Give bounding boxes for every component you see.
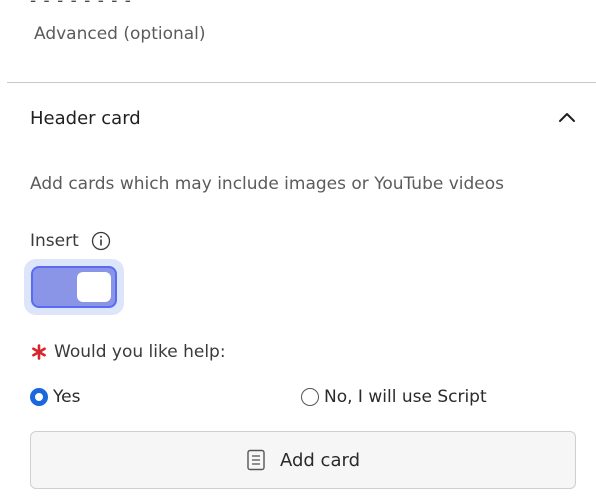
divider bbox=[7, 82, 596, 83]
clipped-text: - - - - - - - - bbox=[30, 0, 132, 11]
section-title: Header card bbox=[30, 108, 141, 129]
section-description: Add cards which may include images or Yo… bbox=[30, 174, 505, 194]
document-icon bbox=[247, 449, 265, 471]
header-card-section-toggle[interactable]: Header card bbox=[0, 94, 596, 144]
add-card-label: Add card bbox=[279, 449, 360, 471]
radio-no-use-script[interactable]: No, I will use Script bbox=[301, 387, 487, 407]
help-question: Would you like help: bbox=[30, 342, 226, 362]
insert-row: Insert bbox=[30, 229, 111, 253]
radio-unselected-icon[interactable] bbox=[301, 388, 319, 406]
add-card-button[interactable]: Add card bbox=[30, 431, 576, 489]
radio-yes-label: Yes bbox=[53, 387, 81, 407]
toggle-knob bbox=[77, 272, 111, 302]
radio-selected-icon[interactable] bbox=[30, 388, 48, 406]
required-asterisk-icon bbox=[32, 344, 46, 360]
header-card-panel: - - - - - - - - Advanced (optional) Head… bbox=[0, 0, 596, 501]
help-question-label: Would you like help: bbox=[54, 342, 226, 362]
insert-toggle[interactable] bbox=[31, 266, 117, 308]
info-icon[interactable] bbox=[91, 231, 111, 251]
advanced-optional-link[interactable]: Advanced (optional) bbox=[34, 24, 206, 44]
chevron-up-icon[interactable] bbox=[555, 106, 579, 130]
radio-yes[interactable]: Yes bbox=[30, 387, 80, 407]
radio-no-label: No, I will use Script bbox=[324, 387, 487, 407]
insert-label: Insert bbox=[30, 231, 79, 251]
